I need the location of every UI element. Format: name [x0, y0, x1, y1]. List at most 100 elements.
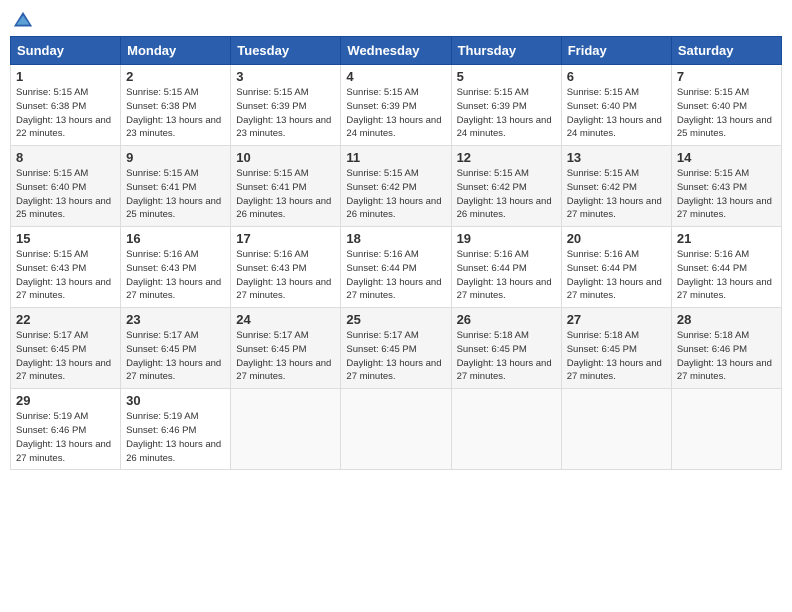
day-number: 23 [126, 312, 225, 327]
page-header [10, 10, 782, 32]
calendar-cell: 28 Sunrise: 5:18 AM Sunset: 6:46 PM Dayl… [671, 308, 781, 389]
calendar-week-2: 8 Sunrise: 5:15 AM Sunset: 6:40 PM Dayli… [11, 146, 782, 227]
day-info: Sunrise: 5:15 AM Sunset: 6:39 PM Dayligh… [346, 86, 445, 141]
calendar-cell: 18 Sunrise: 5:16 AM Sunset: 6:44 PM Dayl… [341, 227, 451, 308]
day-info: Sunrise: 5:16 AM Sunset: 6:43 PM Dayligh… [126, 248, 225, 303]
day-info: Sunrise: 5:15 AM Sunset: 6:42 PM Dayligh… [567, 167, 666, 222]
day-number: 12 [457, 150, 556, 165]
calendar-cell [451, 389, 561, 470]
calendar-cell: 16 Sunrise: 5:16 AM Sunset: 6:43 PM Dayl… [121, 227, 231, 308]
calendar-cell [671, 389, 781, 470]
day-info: Sunrise: 5:19 AM Sunset: 6:46 PM Dayligh… [126, 410, 225, 465]
day-info: Sunrise: 5:15 AM Sunset: 6:38 PM Dayligh… [126, 86, 225, 141]
day-number: 3 [236, 69, 335, 84]
day-number: 18 [346, 231, 445, 246]
day-number: 29 [16, 393, 115, 408]
day-info: Sunrise: 5:16 AM Sunset: 6:43 PM Dayligh… [236, 248, 335, 303]
day-info: Sunrise: 5:19 AM Sunset: 6:46 PM Dayligh… [16, 410, 115, 465]
day-number: 15 [16, 231, 115, 246]
day-info: Sunrise: 5:17 AM Sunset: 6:45 PM Dayligh… [346, 329, 445, 384]
day-header-friday: Friday [561, 37, 671, 65]
day-number: 14 [677, 150, 776, 165]
calendar-cell: 26 Sunrise: 5:18 AM Sunset: 6:45 PM Dayl… [451, 308, 561, 389]
day-number: 8 [16, 150, 115, 165]
day-number: 9 [126, 150, 225, 165]
day-info: Sunrise: 5:17 AM Sunset: 6:45 PM Dayligh… [236, 329, 335, 384]
calendar-cell: 21 Sunrise: 5:16 AM Sunset: 6:44 PM Dayl… [671, 227, 781, 308]
day-header-sunday: Sunday [11, 37, 121, 65]
day-header-monday: Monday [121, 37, 231, 65]
day-header-wednesday: Wednesday [341, 37, 451, 65]
calendar-cell: 12 Sunrise: 5:15 AM Sunset: 6:42 PM Dayl… [451, 146, 561, 227]
day-number: 17 [236, 231, 335, 246]
day-number: 4 [346, 69, 445, 84]
day-number: 27 [567, 312, 666, 327]
day-number: 6 [567, 69, 666, 84]
day-info: Sunrise: 5:16 AM Sunset: 6:44 PM Dayligh… [457, 248, 556, 303]
day-info: Sunrise: 5:15 AM Sunset: 6:38 PM Dayligh… [16, 86, 115, 141]
logo [10, 10, 34, 32]
calendar-cell: 7 Sunrise: 5:15 AM Sunset: 6:40 PM Dayli… [671, 65, 781, 146]
day-info: Sunrise: 5:15 AM Sunset: 6:42 PM Dayligh… [457, 167, 556, 222]
day-info: Sunrise: 5:15 AM Sunset: 6:39 PM Dayligh… [236, 86, 335, 141]
day-number: 24 [236, 312, 335, 327]
day-info: Sunrise: 5:15 AM Sunset: 6:40 PM Dayligh… [567, 86, 666, 141]
day-number: 21 [677, 231, 776, 246]
calendar-week-1: 1 Sunrise: 5:15 AM Sunset: 6:38 PM Dayli… [11, 65, 782, 146]
day-info: Sunrise: 5:15 AM Sunset: 6:40 PM Dayligh… [16, 167, 115, 222]
day-header-saturday: Saturday [671, 37, 781, 65]
calendar-cell: 19 Sunrise: 5:16 AM Sunset: 6:44 PM Dayl… [451, 227, 561, 308]
calendar-cell: 2 Sunrise: 5:15 AM Sunset: 6:38 PM Dayli… [121, 65, 231, 146]
day-number: 19 [457, 231, 556, 246]
day-header-tuesday: Tuesday [231, 37, 341, 65]
calendar-cell: 9 Sunrise: 5:15 AM Sunset: 6:41 PM Dayli… [121, 146, 231, 227]
day-info: Sunrise: 5:15 AM Sunset: 6:39 PM Dayligh… [457, 86, 556, 141]
day-number: 2 [126, 69, 225, 84]
day-number: 28 [677, 312, 776, 327]
day-info: Sunrise: 5:15 AM Sunset: 6:43 PM Dayligh… [16, 248, 115, 303]
calendar-week-5: 29 Sunrise: 5:19 AM Sunset: 6:46 PM Dayl… [11, 389, 782, 470]
day-number: 30 [126, 393, 225, 408]
logo-icon [12, 10, 34, 32]
calendar-header-row: SundayMondayTuesdayWednesdayThursdayFrid… [11, 37, 782, 65]
calendar-cell: 10 Sunrise: 5:15 AM Sunset: 6:41 PM Dayl… [231, 146, 341, 227]
calendar-cell: 3 Sunrise: 5:15 AM Sunset: 6:39 PM Dayli… [231, 65, 341, 146]
calendar-cell: 24 Sunrise: 5:17 AM Sunset: 6:45 PM Dayl… [231, 308, 341, 389]
calendar-table: SundayMondayTuesdayWednesdayThursdayFrid… [10, 36, 782, 470]
calendar-cell: 27 Sunrise: 5:18 AM Sunset: 6:45 PM Dayl… [561, 308, 671, 389]
calendar-cell: 20 Sunrise: 5:16 AM Sunset: 6:44 PM Dayl… [561, 227, 671, 308]
day-info: Sunrise: 5:17 AM Sunset: 6:45 PM Dayligh… [126, 329, 225, 384]
day-number: 25 [346, 312, 445, 327]
day-number: 16 [126, 231, 225, 246]
calendar-cell: 13 Sunrise: 5:15 AM Sunset: 6:42 PM Dayl… [561, 146, 671, 227]
calendar-cell: 14 Sunrise: 5:15 AM Sunset: 6:43 PM Dayl… [671, 146, 781, 227]
day-number: 20 [567, 231, 666, 246]
calendar-cell: 30 Sunrise: 5:19 AM Sunset: 6:46 PM Dayl… [121, 389, 231, 470]
day-info: Sunrise: 5:16 AM Sunset: 6:44 PM Dayligh… [677, 248, 776, 303]
day-number: 5 [457, 69, 556, 84]
day-info: Sunrise: 5:18 AM Sunset: 6:46 PM Dayligh… [677, 329, 776, 384]
calendar-cell: 29 Sunrise: 5:19 AM Sunset: 6:46 PM Dayl… [11, 389, 121, 470]
day-number: 22 [16, 312, 115, 327]
calendar-cell: 15 Sunrise: 5:15 AM Sunset: 6:43 PM Dayl… [11, 227, 121, 308]
calendar-cell: 6 Sunrise: 5:15 AM Sunset: 6:40 PM Dayli… [561, 65, 671, 146]
calendar-cell: 25 Sunrise: 5:17 AM Sunset: 6:45 PM Dayl… [341, 308, 451, 389]
day-info: Sunrise: 5:18 AM Sunset: 6:45 PM Dayligh… [457, 329, 556, 384]
day-info: Sunrise: 5:16 AM Sunset: 6:44 PM Dayligh… [346, 248, 445, 303]
calendar-cell: 8 Sunrise: 5:15 AM Sunset: 6:40 PM Dayli… [11, 146, 121, 227]
day-number: 11 [346, 150, 445, 165]
calendar-cell [341, 389, 451, 470]
calendar-cell [561, 389, 671, 470]
calendar-cell: 5 Sunrise: 5:15 AM Sunset: 6:39 PM Dayli… [451, 65, 561, 146]
calendar-cell: 4 Sunrise: 5:15 AM Sunset: 6:39 PM Dayli… [341, 65, 451, 146]
calendar-cell: 1 Sunrise: 5:15 AM Sunset: 6:38 PM Dayli… [11, 65, 121, 146]
day-info: Sunrise: 5:18 AM Sunset: 6:45 PM Dayligh… [567, 329, 666, 384]
day-info: Sunrise: 5:15 AM Sunset: 6:41 PM Dayligh… [126, 167, 225, 222]
calendar-cell: 22 Sunrise: 5:17 AM Sunset: 6:45 PM Dayl… [11, 308, 121, 389]
day-info: Sunrise: 5:15 AM Sunset: 6:41 PM Dayligh… [236, 167, 335, 222]
day-info: Sunrise: 5:15 AM Sunset: 6:43 PM Dayligh… [677, 167, 776, 222]
day-number: 13 [567, 150, 666, 165]
day-header-thursday: Thursday [451, 37, 561, 65]
day-info: Sunrise: 5:16 AM Sunset: 6:44 PM Dayligh… [567, 248, 666, 303]
calendar-cell: 23 Sunrise: 5:17 AM Sunset: 6:45 PM Dayl… [121, 308, 231, 389]
